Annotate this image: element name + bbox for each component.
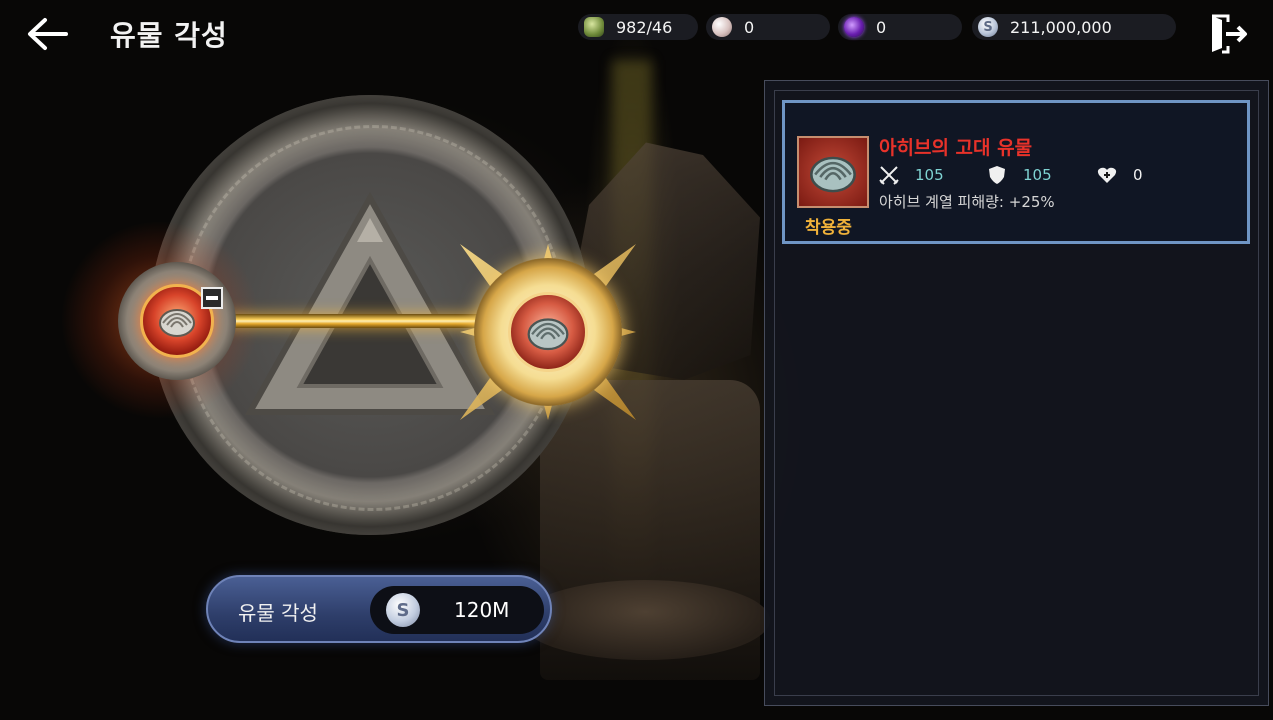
shell-relic-icon (527, 318, 569, 351)
shell-relic-icon (159, 309, 195, 337)
relic-name: 아히브의 고대 유물 (879, 137, 1033, 159)
top-bar: 유물 각성 982/46 0 0 S 211,000,000 (0, 0, 1273, 70)
equipped-relic-slot[interactable] (118, 262, 236, 380)
purple-orb-icon (844, 17, 864, 37)
relic-effect: 아히브 계열 피해량: +25% (879, 193, 1055, 211)
relic-thumbnail (797, 136, 869, 208)
heart-plus-icon (1097, 165, 1117, 185)
pearl-icon (712, 17, 732, 37)
equipped-badge: 착용중 (805, 218, 852, 238)
green-stone-icon (584, 17, 604, 37)
page-title: 유물 각성 (110, 19, 228, 52)
back-button[interactable] (22, 14, 72, 54)
remove-relic-button[interactable] (201, 287, 223, 309)
crossed-swords-icon (879, 165, 899, 185)
relic-list-item[interactable]: 착용중 아히브의 고대 유물 105 105 0 아히브 계열 피해량: +25… (782, 100, 1250, 244)
shield-icon (987, 165, 1007, 185)
currency-value: 0 (876, 17, 887, 37)
awaken-target-slot[interactable] (460, 244, 636, 420)
target-slot-core (508, 292, 588, 372)
awaken-relic-button[interactable]: 유물 각성 S 120M (206, 575, 552, 643)
hp-value: 0 (1133, 166, 1143, 184)
exit-door-icon (1212, 14, 1247, 54)
minus-icon (206, 296, 218, 300)
relic-list-panel: 착용중 아히브의 고대 유물 105 105 0 아히브 계열 피해량: +25… (764, 80, 1269, 706)
defense-value: 105 (1023, 166, 1052, 184)
currency-pearl: 0 (706, 14, 830, 40)
silver-coin-icon: S (978, 17, 998, 37)
hp-stat: 0 (1097, 165, 1143, 185)
pedestal-base (520, 580, 770, 660)
attack-stat: 105 (879, 165, 944, 185)
defense-stat: 105 (987, 165, 1052, 185)
currency-value: 982/46 (616, 17, 673, 37)
awaken-button-label: 유물 각성 (238, 601, 318, 625)
silver-coin-icon: S (386, 593, 420, 627)
attack-value: 105 (915, 166, 944, 184)
currency-green-stone: 982/46 (578, 14, 698, 40)
currency-purple-orb: 0 (838, 14, 962, 40)
exit-button[interactable] (1206, 12, 1250, 56)
currency-value: 0 (744, 17, 755, 37)
currency-silver: S 211,000,000 (972, 14, 1176, 40)
awaken-cost-value: 120M (454, 598, 510, 622)
back-arrow-icon (28, 18, 68, 50)
currency-value: 211,000,000 (1010, 17, 1112, 37)
triangle-emblem-icon (245, 191, 495, 415)
awaken-cost: S 120M (370, 586, 544, 634)
shell-relic-icon (810, 156, 856, 193)
